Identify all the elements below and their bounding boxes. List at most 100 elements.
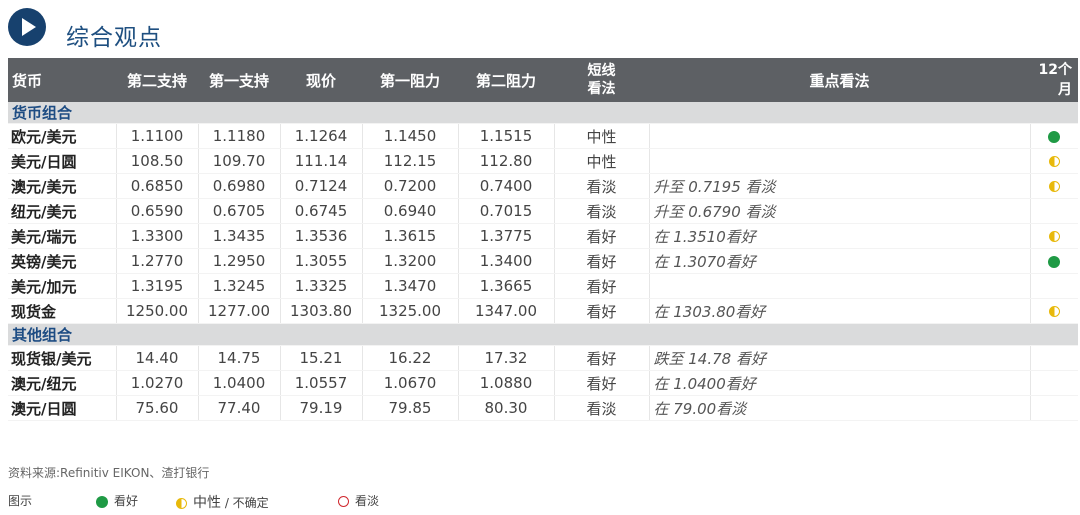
support2-cell: 14.40 — [116, 345, 199, 371]
col-header-price: 现价 — [280, 58, 362, 102]
resist2-cell: 80.30 — [458, 395, 555, 421]
price-cell: 0.6745 — [280, 198, 363, 224]
col-header-resist2: 第二阻力 — [458, 58, 554, 102]
table-row: 英镑/美元 1.2770 1.2950 1.3055 1.3200 1.3400 看好在 1… — [8, 248, 1078, 274]
price-cell: 15.21 — [280, 345, 363, 371]
support1-cell: 1.1180 — [198, 123, 281, 149]
outlook-cell — [1030, 123, 1078, 149]
support1-cell: 1.0400 — [198, 370, 281, 396]
resist2-cell: 1.3775 — [458, 223, 555, 249]
bull-dot-icon — [1048, 130, 1061, 143]
table-row: 美元/日圆 108.50 109.70 111.14 112.15 112.80 中性 — [8, 148, 1078, 174]
trend-cell: 看好 — [554, 298, 650, 324]
table-row: 澳元/美元 0.6850 0.6980 0.7124 0.7200 0.7400 看淡 升至 … — [8, 173, 1078, 199]
pair-cell: 澳元/美元 — [8, 173, 117, 199]
price-cell: 1.3536 — [280, 223, 363, 249]
market-view-table: 货币 第二支持 第一支持 现价 第一阻力 第二阻力 短线 看法 重点看法 12个… — [8, 58, 1078, 421]
col-header-12m: 12个 月 — [1030, 58, 1078, 102]
resist1-cell: 1.3470 — [362, 273, 459, 299]
resist1-cell: 79.85 — [362, 395, 459, 421]
resist1-cell: 1325.00 — [362, 298, 459, 324]
pair-cell: 英镑/美元 — [8, 248, 117, 274]
table-body: 货币组合 欧元/美元 1.1100 1.1180 1.1264 1.1450 1.1515 中… — [8, 102, 1078, 421]
resist1-cell: 1.3615 — [362, 223, 459, 249]
trend-cell: 看好 — [554, 370, 650, 396]
view-cell: 在 1.3070看好 — [649, 248, 1031, 274]
resist1-cell: 1.3200 — [362, 248, 459, 274]
price-cell: 111.14 — [280, 148, 363, 174]
trend-cell: 看淡 — [554, 395, 650, 421]
legend-neutral-text: 中性 — [193, 495, 221, 511]
source-note: 资料来源:Refinitiv EIKON、渣打银行 — [8, 466, 210, 480]
resist1-cell: 0.6940 — [362, 198, 459, 224]
title-bar: 综合观点 — [8, 6, 1072, 51]
group-row: 货币组合 — [8, 102, 1078, 124]
trend-cell: 中性 — [554, 148, 650, 174]
legend-bull: 看好 — [96, 492, 138, 509]
price-cell: 1.3055 — [280, 248, 363, 274]
view-cell: 升至 0.6790 看淡 — [649, 198, 1031, 224]
outlook-cell — [1030, 395, 1078, 421]
view-cell — [649, 148, 1031, 174]
support1-cell: 1.3245 — [198, 273, 281, 299]
support2-cell: 1250.00 — [116, 298, 199, 324]
neutral-dot-icon — [1048, 306, 1060, 317]
bull-dot-icon — [1048, 255, 1061, 268]
legend-neutral-sub: 不确定 — [232, 496, 269, 510]
trend-cell: 看淡 — [554, 198, 650, 224]
view-cell: 跌至 14.78 看好 — [649, 345, 1031, 371]
price-cell: 1.3325 — [280, 273, 363, 299]
table-row: 澳元/纽元 1.0270 1.0400 1.0557 1.0670 1.0880 看好在 1… — [8, 370, 1078, 396]
pair-cell: 现货银/美元 — [8, 345, 117, 371]
outlook-cell — [1030, 148, 1078, 174]
neutral-dot-icon — [1048, 181, 1060, 192]
support1-cell: 1.2950 — [198, 248, 281, 274]
resist1-cell: 16.22 — [362, 345, 459, 371]
support2-cell: 0.6850 — [116, 173, 199, 199]
support2-cell: 108.50 — [116, 148, 199, 174]
view-cell: 在 1303.80看好 — [649, 298, 1031, 324]
outlook-cell — [1030, 223, 1078, 249]
view-cell — [649, 123, 1031, 149]
outlook-cell — [1030, 345, 1078, 371]
view-cell: 升至 0.7195 看淡 — [649, 173, 1031, 199]
price-cell: 79.19 — [280, 395, 363, 421]
support1-cell: 1277.00 — [198, 298, 281, 324]
support1-cell: 1.3435 — [198, 223, 281, 249]
resist2-cell: 1347.00 — [458, 298, 555, 324]
play-icon[interactable] — [8, 8, 46, 46]
pair-cell: 欧元/美元 — [8, 123, 117, 149]
legend-bull-text: 看好 — [114, 494, 139, 508]
support2-cell: 1.2770 — [116, 248, 199, 274]
view-cell: 在 1.3510看好 — [649, 223, 1031, 249]
header-row: 货币 第二支持 第一支持 现价 第一阻力 第二阻力 短线 看法 重点看法 12个… — [8, 58, 1078, 102]
outlook-cell — [1030, 273, 1078, 299]
resist2-cell: 112.80 — [458, 148, 555, 174]
view-cell: 在 1.0400看好 — [649, 370, 1031, 396]
trend-cell: 看淡 — [554, 173, 650, 199]
resist1-cell: 1.0670 — [362, 370, 459, 396]
view-cell: 在 79.00看淡 — [649, 395, 1031, 421]
support1-cell: 109.70 — [198, 148, 281, 174]
support1-cell: 77.40 — [198, 395, 281, 421]
pair-cell: 纽元/美元 — [8, 198, 117, 224]
resist1-cell: 0.7200 — [362, 173, 459, 199]
resist2-cell: 1.3400 — [458, 248, 555, 274]
view-cell — [649, 273, 1031, 299]
legend-bear-text: 看淡 — [355, 494, 380, 508]
pair-cell: 现货金 — [8, 298, 117, 324]
support2-cell: 1.0270 — [116, 370, 199, 396]
support2-cell: 75.60 — [116, 395, 199, 421]
legend: 图示 看好 中性 / 不确定 看淡 — [8, 492, 1068, 512]
legend-label: 图示 — [8, 494, 33, 508]
support1-cell: 0.6705 — [198, 198, 281, 224]
resist2-cell: 1.3665 — [458, 273, 555, 299]
outlook-cell — [1030, 248, 1078, 274]
outlook-cell — [1030, 298, 1078, 324]
pair-cell: 澳元/纽元 — [8, 370, 117, 396]
trend-cell: 看好 — [554, 248, 650, 274]
neutral-dot-icon — [176, 498, 187, 509]
table-row: 现货金 1250.00 1277.00 1303.80 1325.00 1347.00 看好… — [8, 298, 1078, 324]
outlook-cell — [1030, 370, 1078, 396]
trend-cell: 看好 — [554, 345, 650, 371]
